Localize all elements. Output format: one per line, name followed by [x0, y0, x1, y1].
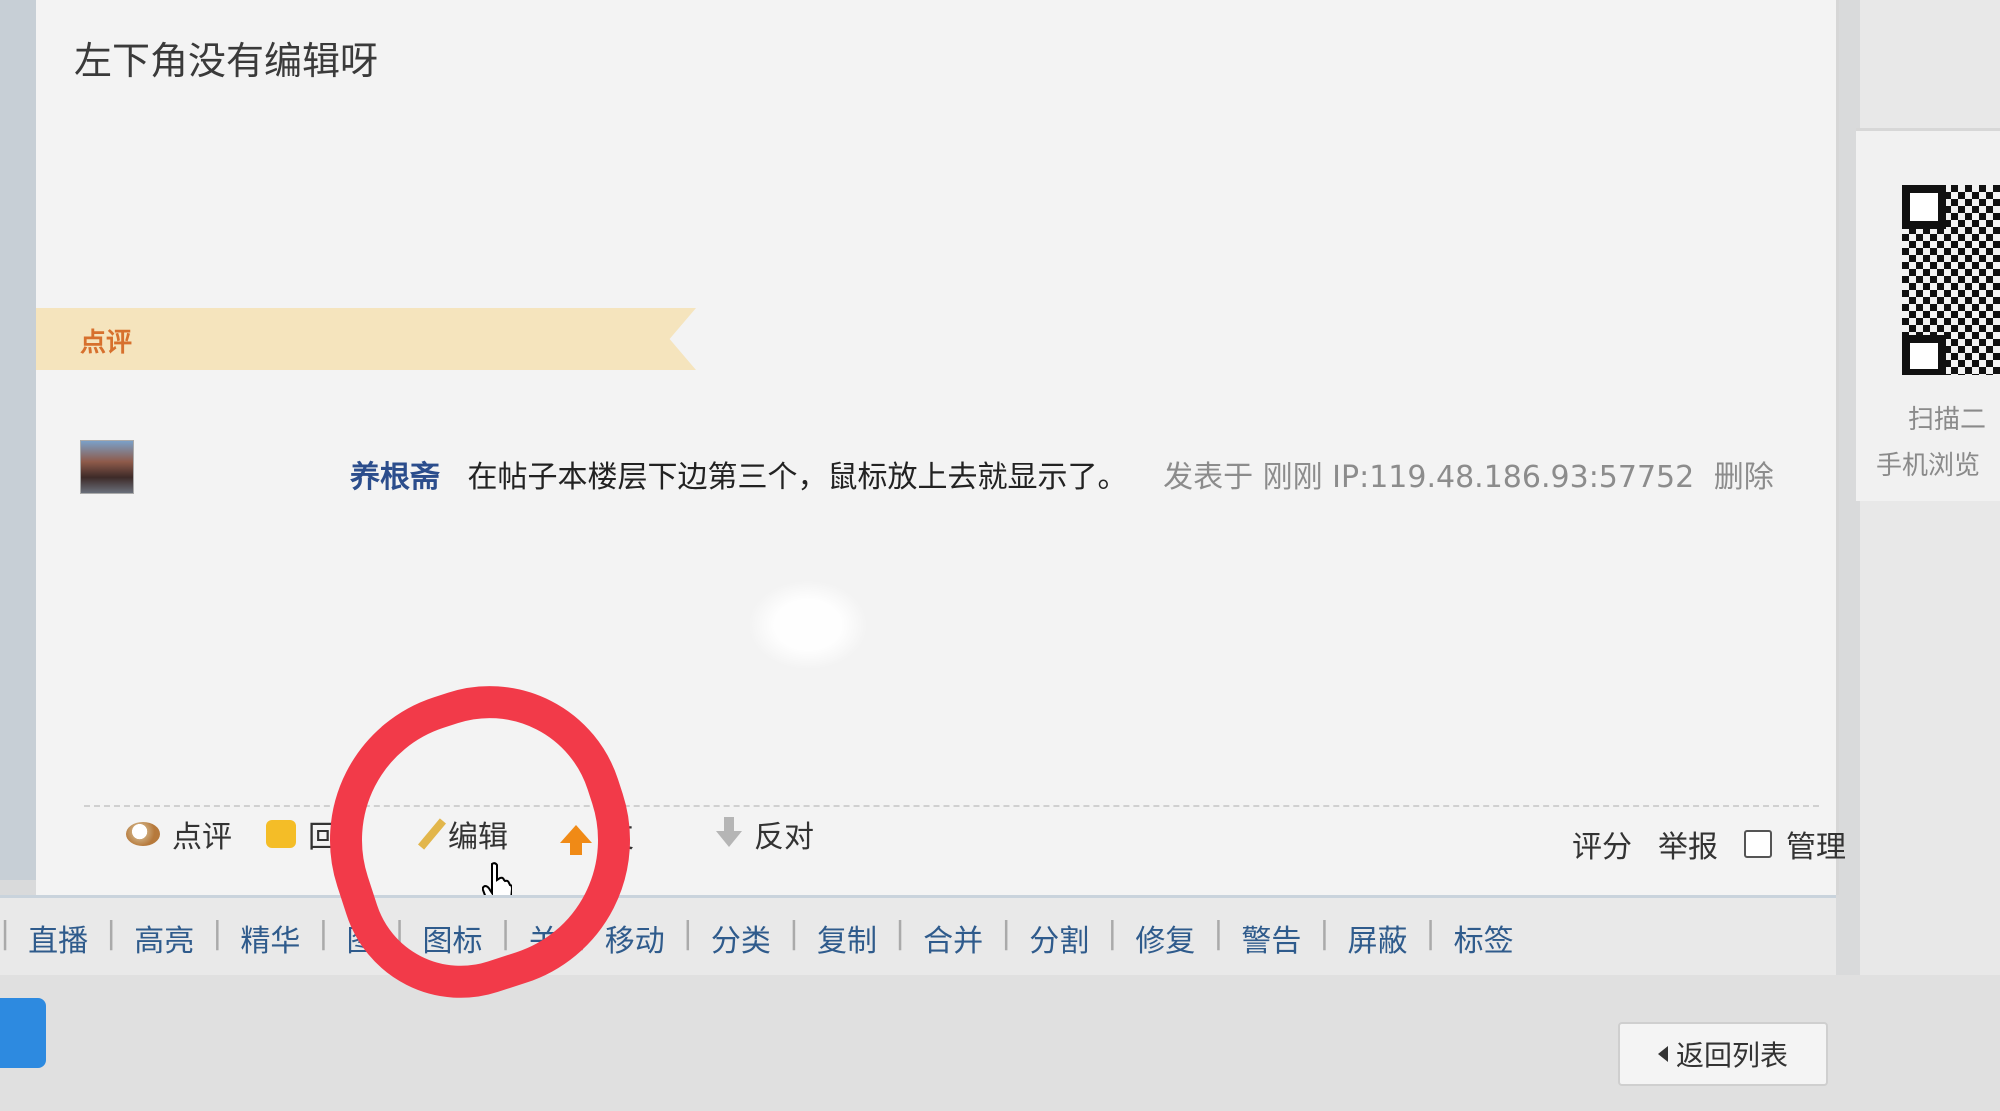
comment-username-link[interactable]: 养根斋 — [350, 460, 440, 495]
manage-label[interactable]: 管理 — [1786, 822, 1846, 866]
qr-card: 扫描二 手机浏览 — [1856, 128, 2000, 501]
reply-icon — [266, 820, 296, 848]
mod-separator: | — [212, 916, 223, 951]
manage-checkbox[interactable] — [1744, 830, 1772, 858]
qr-scan-text: 扫描二 — [1908, 405, 1987, 435]
mod-separator: | — [1425, 916, 1436, 951]
mod-separator: | — [682, 916, 693, 951]
post-container: 左下角没有编辑呀 点评 养根斋 在帖子本楼层下边第三个，鼠标放上去就显示了。 发… — [36, 0, 1846, 906]
reply-action-button[interactable]: 回 — [266, 812, 338, 856]
comment-action-label: 点评 — [172, 820, 232, 855]
avatar[interactable] — [80, 440, 134, 494]
mod-item-link[interactable]: 修复 — [1117, 916, 1213, 960]
mod-separator: | — [106, 916, 117, 951]
blue-side-tab[interactable] — [0, 998, 46, 1068]
comments-header-label: 点评 — [80, 328, 133, 358]
qr-code-image — [1902, 185, 2000, 375]
mod-item-link[interactable]: 直播 — [10, 916, 106, 960]
oppose-action-button[interactable]: 反对 — [716, 812, 814, 856]
moderation-toolbar: | 直播 | 高亮 | 精华 | 图 | 图标 | 关 | 移动 | 分类 | 复制 | 合并 | 分割 | 修复 | 警告 | 屏蔽… — [0, 895, 1836, 978]
comment-meta: 发表于 刚刚 IP:119.48.186.93:57752 — [1163, 460, 1695, 495]
mod-separator: | — [1107, 916, 1118, 951]
comment-action-button[interactable]: 点评 — [126, 812, 232, 856]
mod-separator: | — [1213, 916, 1224, 951]
mod-separator: | — [0, 916, 11, 951]
comment-bubble-icon — [126, 822, 160, 846]
post-body-text: 左下角没有编辑呀 — [74, 39, 379, 83]
mod-separator: | — [1001, 916, 1012, 951]
mod-separator: | — [894, 916, 906, 951]
comment-item: 养根斋 在帖子本楼层下边第三个，鼠标放上去就显示了。 发表于 刚刚 IP:119… — [350, 452, 1774, 496]
mod-item-link[interactable]: 分类 — [693, 916, 789, 960]
watermark — [748, 580, 868, 670]
oppose-action-label: 反对 — [754, 820, 814, 855]
post-actions-right: 评分 举报 管理 — [1572, 822, 1846, 866]
mod-item-link[interactable]: 分割 — [1011, 916, 1107, 960]
mod-item-link[interactable]: 高亮 — [116, 916, 212, 960]
comment-delete-link[interactable]: 删除 — [1714, 460, 1774, 495]
mod-separator: | — [788, 916, 799, 951]
mod-separator: | — [1319, 916, 1330, 951]
page-left-edge — [0, 0, 36, 880]
rate-link[interactable]: 评分 — [1572, 822, 1632, 866]
mod-item-link[interactable]: 合并 — [905, 916, 1001, 960]
comments-header-bar: 点评 — [36, 308, 696, 370]
report-link[interactable]: 举报 — [1658, 822, 1718, 866]
comment-text: 在帖子本楼层下边第三个，鼠标放上去就显示了。 — [467, 460, 1128, 495]
qr-mobile-text: 手机浏览 — [1876, 451, 1981, 481]
chevron-left-icon — [1657, 1046, 1668, 1062]
mod-item-link[interactable]: 警告 — [1223, 916, 1319, 960]
mod-separator: | — [318, 916, 329, 951]
mod-item-link[interactable]: 精华 — [222, 916, 318, 960]
arrow-down-icon — [716, 817, 742, 847]
back-to-list-button[interactable]: 返回列表 — [1618, 1022, 1828, 1086]
mod-item-link[interactable]: 标签 — [1436, 916, 1532, 960]
mod-item-link[interactable]: 复制 — [799, 916, 895, 960]
back-to-list-label: 返回列表 — [1675, 1039, 1788, 1072]
mod-item-link[interactable]: 屏蔽 — [1330, 916, 1426, 960]
moderation-items: | 直播 | 高亮 | 精华 | 图 | 图标 | 关 | 移动 | 分类 | 复制 | 合并 | 分割 | 修复 | 警告 | 屏蔽… — [0, 916, 1532, 960]
